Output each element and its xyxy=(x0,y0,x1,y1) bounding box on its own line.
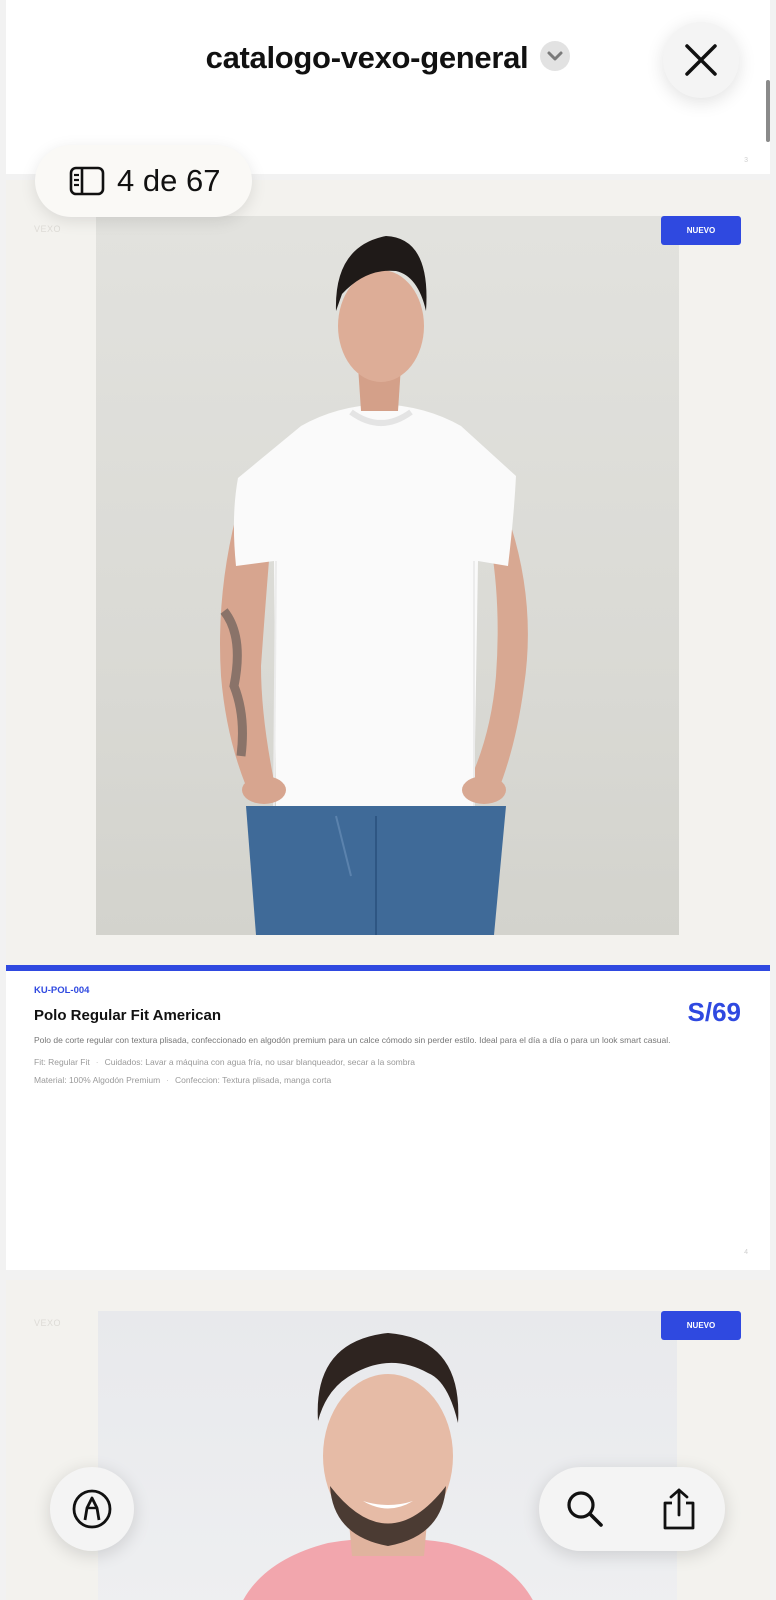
chevron-down-icon[interactable] xyxy=(540,40,571,71)
scrollbar-thumb[interactable] xyxy=(766,80,770,142)
product-info: KU-POL-004 Polo Regular Fit American S/6… xyxy=(6,971,770,1270)
product-sku: KU-POL-004 xyxy=(34,985,90,996)
fit-text: Fit: Regular Fit xyxy=(34,1057,90,1067)
product-photo xyxy=(96,216,679,935)
product-meta-fit-care: Fit: Regular Fit · Cuidados: Lavar a máqui… xyxy=(34,1057,415,1067)
next-product-photo xyxy=(98,1311,677,1600)
toolbar-pill xyxy=(539,1467,725,1551)
markup-button[interactable] xyxy=(50,1467,134,1551)
close-button[interactable] xyxy=(663,22,739,98)
page-indicator-button[interactable]: 4 de 67 xyxy=(35,145,252,217)
care-text: Cuidados: Lavar a máquina con agua fría,… xyxy=(104,1057,416,1067)
new-badge: NUEVO xyxy=(661,1311,741,1340)
product-meta-material: Material: 100% Algodón Premium · Confeccio… xyxy=(34,1075,331,1085)
next-page: VEXO NUEVO xyxy=(6,1280,770,1600)
new-badge: NUEVO xyxy=(661,216,741,245)
construction-text: Confeccion: Textura plisada, manga corta xyxy=(175,1075,332,1085)
material-text: Material: 100% Algodón Premium xyxy=(34,1075,161,1085)
brand-watermark: VEXO xyxy=(34,224,62,234)
product-description: Polo de corte regular con textura plisad… xyxy=(34,1035,671,1045)
xmark-icon xyxy=(685,44,717,76)
separator: · xyxy=(166,1075,169,1085)
magnifier-icon xyxy=(567,1491,603,1527)
model-illustration xyxy=(220,236,528,935)
page-number: 3 xyxy=(744,157,748,164)
product-name: Polo Regular Fit American xyxy=(34,1007,221,1024)
markup-pen-icon xyxy=(72,1489,112,1529)
search-button[interactable] xyxy=(559,1483,611,1535)
separator: · xyxy=(95,1057,99,1067)
sidebar-icon xyxy=(69,166,105,196)
product-price: S/69 xyxy=(687,997,742,1027)
page-number: 4 xyxy=(744,1249,748,1256)
catalog-page: VEXO NUEVO KU-POL-004 Polo Regular Fit A… xyxy=(6,180,770,1270)
model-illustration xyxy=(243,1333,533,1600)
photo-area: VEXO NUEVO xyxy=(6,180,770,965)
share-button[interactable] xyxy=(653,1483,705,1535)
share-icon xyxy=(663,1488,695,1530)
page-indicator-text: 4 de 67 xyxy=(117,163,221,198)
brand-watermark: VEXO xyxy=(34,1318,62,1328)
